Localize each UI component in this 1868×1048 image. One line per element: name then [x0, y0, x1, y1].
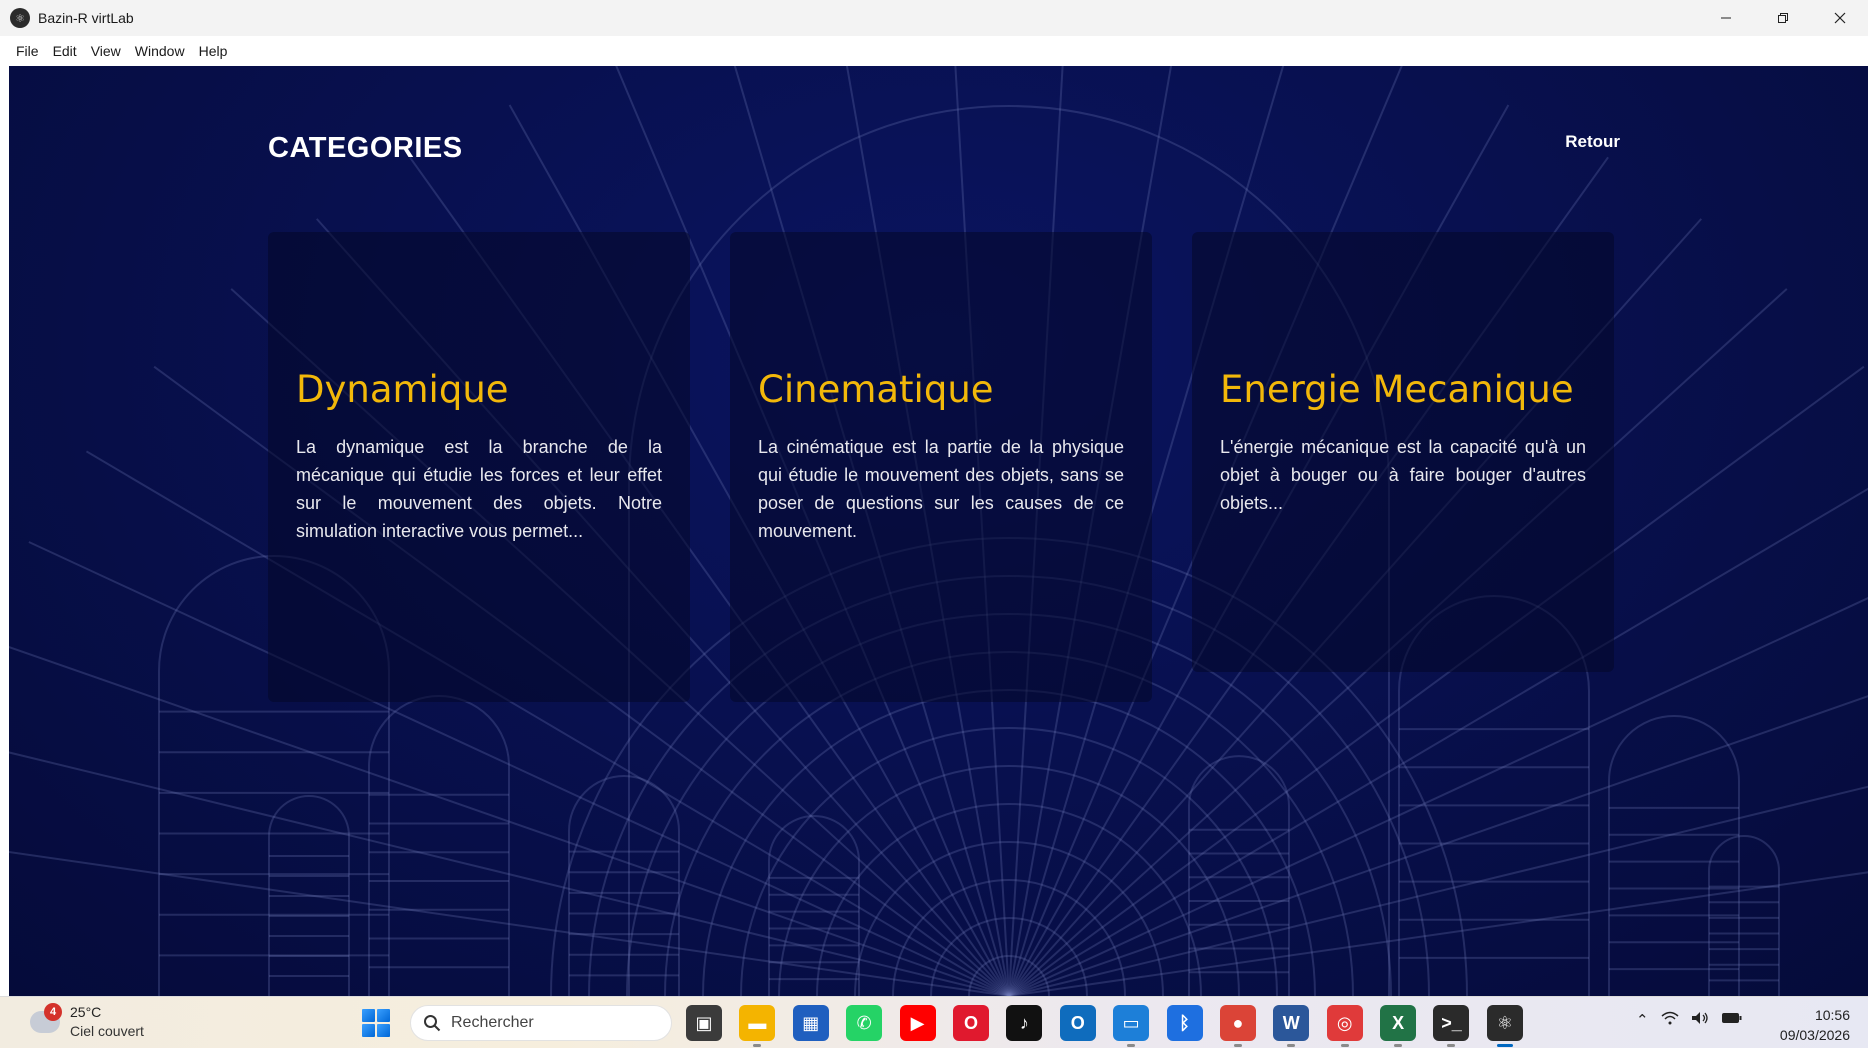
main-content: CATEGORIES Retour Dynamique La dynamique…	[9, 66, 1868, 996]
category-card-cinematique[interactable]: Cinematique La cinématique est la partie…	[730, 232, 1152, 702]
category-card-energie-mecanique[interactable]: Energie Mecanique L'énergie mécanique es…	[1192, 232, 1614, 672]
category-card-dynamique[interactable]: Dynamique La dynamique est la branche de…	[268, 232, 690, 702]
whatsapp-icon[interactable]: ✆	[846, 1005, 883, 1041]
window-controls	[1697, 0, 1868, 36]
menu-bar: File Edit View Window Help	[0, 36, 1868, 66]
outlook-icon[interactable]: O	[1059, 1005, 1096, 1041]
menu-file[interactable]: File	[10, 39, 45, 63]
close-icon[interactable]	[1811, 0, 1868, 36]
app-logo-icon: ⚛	[10, 8, 30, 28]
taskbar: 4 25°C Ciel couvert Rechercher ▣ ▬ ▦ ✆ ▶ O ♪ O ▭…	[0, 996, 1868, 1048]
wifi-icon[interactable]	[1661, 1011, 1679, 1029]
menu-window[interactable]: Window	[129, 39, 191, 63]
volume-icon[interactable]	[1691, 1011, 1709, 1029]
page-title: CATEGORIES	[268, 132, 463, 164]
notification-badge: 4	[44, 1003, 62, 1021]
remote-desktop-icon[interactable]: ▭	[1113, 1005, 1150, 1047]
search-label: Rechercher	[451, 1014, 534, 1031]
window-title: Bazin-R virtLab	[38, 10, 134, 26]
card-title: Energie Mecanique	[1220, 368, 1574, 411]
card-title: Cinematique	[758, 368, 994, 411]
word-icon[interactable]: W	[1273, 1005, 1310, 1047]
clock[interactable]: 10:56 09/03/2026	[1780, 1005, 1850, 1045]
tiktok-icon[interactable]: ♪	[1006, 1005, 1043, 1041]
task-view-icon[interactable]: ▣	[686, 1005, 722, 1041]
virtlab-icon[interactable]: ⚛	[1486, 1005, 1523, 1047]
pinned-apps: ▣ ▬ ▦ ✆ ▶ O ♪ O ▭ ᛒ ● W ◎ X >_ ⚛	[686, 1005, 1540, 1047]
card-description: La cinématique est la partie de la physi…	[758, 437, 1124, 541]
weather-temperature: 25°C	[70, 1004, 102, 1020]
microsoft-store-icon[interactable]: ▦	[792, 1005, 829, 1041]
card-description: L'énergie mécanique est la capacité qu'à…	[1220, 437, 1586, 513]
title-bar: ⚛ Bazin-R virtLab	[0, 0, 1868, 36]
card-title: Dynamique	[296, 368, 509, 411]
menu-help[interactable]: Help	[193, 39, 234, 63]
chrome-icon[interactable]: ●	[1219, 1005, 1256, 1047]
excel-icon[interactable]: X	[1380, 1005, 1417, 1047]
search-icon	[424, 1015, 441, 1032]
start-button[interactable]	[362, 1009, 390, 1037]
cloud-icon: 4	[30, 1003, 62, 1033]
bluetooth-icon[interactable]: ᛒ	[1166, 1005, 1203, 1041]
search-box[interactable]: Rechercher	[410, 1005, 672, 1041]
terminal-icon[interactable]: >_	[1433, 1005, 1470, 1047]
file-explorer-icon[interactable]: ▬	[739, 1005, 776, 1047]
menu-edit[interactable]: Edit	[47, 39, 83, 63]
restore-icon[interactable]	[1754, 0, 1811, 36]
chevron-up-icon[interactable]: ⌃	[1636, 1011, 1649, 1029]
battery-icon[interactable]	[1721, 1011, 1743, 1029]
card-description: La dynamique est la branche de la mécani…	[296, 437, 662, 541]
clock-date: 09/03/2026	[1779, 1027, 1850, 1043]
back-button[interactable]: Retour	[1565, 132, 1620, 152]
youtube-icon[interactable]: ▶	[899, 1005, 936, 1041]
weather-widget[interactable]: 4 25°C Ciel couvert	[30, 1003, 144, 1041]
menu-view[interactable]: View	[85, 39, 127, 63]
clock-time: 10:56	[1814, 1007, 1850, 1023]
weather-condition: Ciel couvert	[70, 1023, 144, 1039]
minimize-icon[interactable]	[1697, 0, 1754, 36]
system-tray: ⌃	[1636, 1011, 1755, 1029]
app-icon[interactable]: ◎	[1326, 1005, 1363, 1047]
opera-icon[interactable]: O	[952, 1005, 989, 1041]
